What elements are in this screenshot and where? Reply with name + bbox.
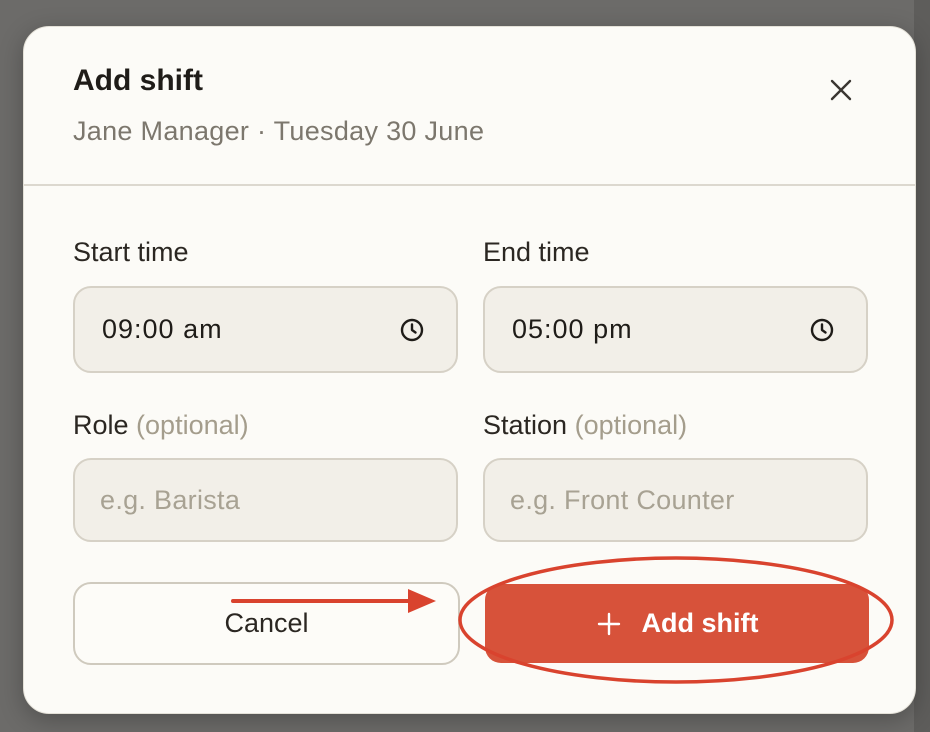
plus-icon — [597, 612, 620, 635]
close-button[interactable] — [822, 71, 860, 109]
station-optional-hint: (optional) — [574, 410, 688, 440]
backdrop — [914, 0, 930, 732]
close-icon — [830, 79, 852, 101]
clock-icon[interactable] — [809, 317, 835, 343]
role-label: Role (optional) — [73, 410, 249, 440]
start-time-input[interactable]: 09:00 am — [73, 286, 458, 373]
dialog-header: Add shift Jane Manager · Tuesday 30 June — [24, 27, 915, 185]
add-shift-label: Add shift — [641, 608, 759, 638]
dialog-subtitle: Jane Manager · Tuesday 30 June — [73, 116, 485, 146]
start-time-value: 09:00 am — [102, 314, 223, 344]
station-label: Station (optional) — [483, 410, 688, 440]
add-shift-button[interactable]: Add shift — [485, 584, 869, 663]
role-placeholder: e.g. Barista — [100, 485, 241, 515]
station-input[interactable]: e.g. Front Counter — [483, 458, 868, 542]
dialog-title: Add shift — [73, 64, 203, 97]
station-placeholder: e.g. Front Counter — [510, 485, 735, 515]
add-shift-dialog: Add shift Jane Manager · Tuesday 30 June… — [23, 26, 916, 714]
clock-icon[interactable] — [399, 317, 425, 343]
end-time-input[interactable]: 05:00 pm — [483, 286, 868, 373]
header-divider — [24, 184, 915, 186]
end-time-value: 05:00 pm — [512, 314, 633, 344]
start-time-label: Start time — [73, 237, 189, 267]
end-time-label: End time — [483, 237, 590, 267]
role-input[interactable]: e.g. Barista — [73, 458, 458, 542]
cancel-label: Cancel — [224, 608, 309, 638]
role-optional-hint: (optional) — [136, 410, 249, 440]
cancel-button[interactable]: Cancel — [73, 582, 460, 665]
